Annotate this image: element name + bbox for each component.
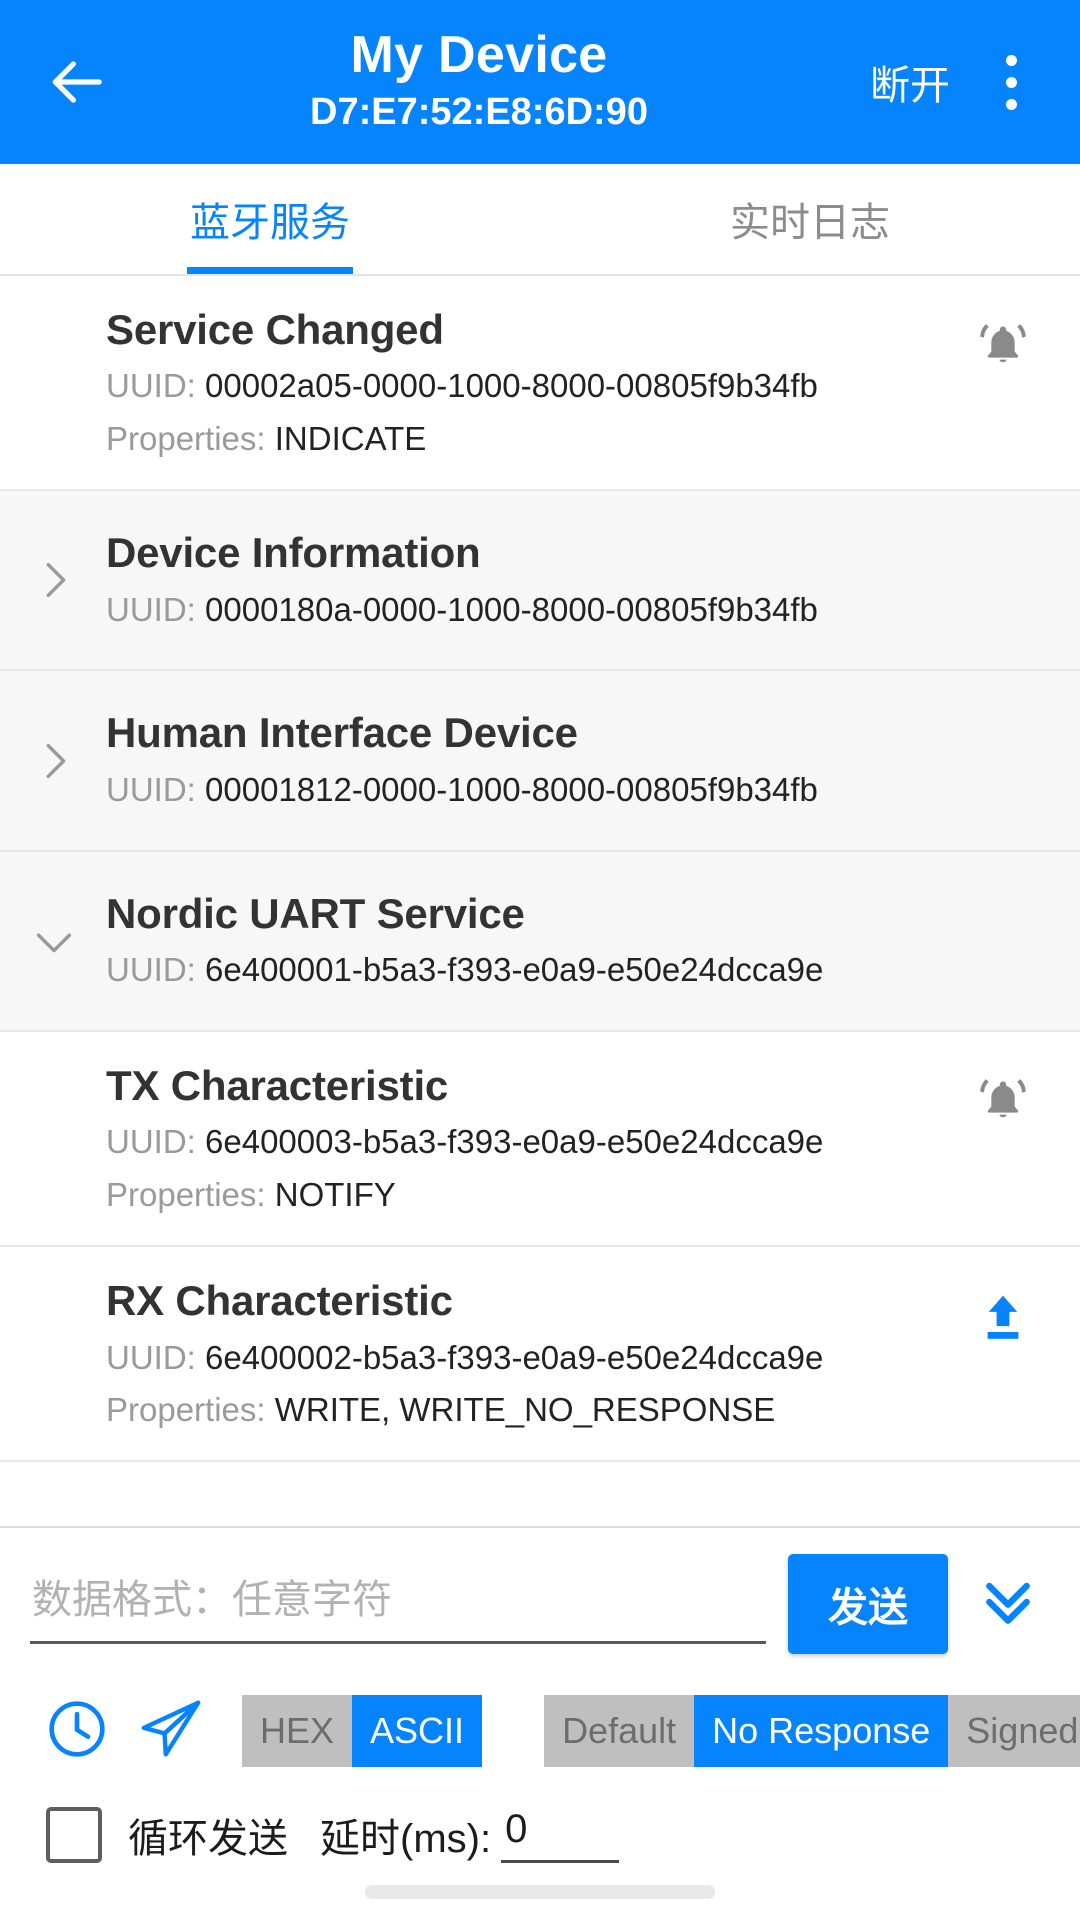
format-option-hex[interactable]: HEX	[242, 1695, 353, 1767]
system-navigation-bar	[0, 1864, 1080, 1920]
loop-send-label: 循环发送	[128, 1817, 288, 1861]
uuid-value: 0000180a-0000-1000-8000-00805f9b34fb	[205, 590, 818, 628]
uuid-label: UUID:	[106, 367, 196, 405]
service-name: Device Information	[106, 529, 481, 577]
home-indicator[interactable]	[365, 1885, 715, 1899]
app-bar-titles: My Device D7:E7:52:E8:6D:90	[98, 28, 860, 136]
send-button[interactable]: 发送	[788, 1554, 948, 1654]
gatt-service-list[interactable]: Service Changed UUID: 00002a05-0000-1000…	[0, 276, 1080, 1526]
paper-plane-icon	[136, 1694, 206, 1769]
properties-value: WRITE, WRITE_NO_RESPONSE	[274, 1391, 776, 1429]
uuid-label: UUID:	[106, 770, 196, 808]
service-name: Nordic UART Service	[106, 889, 525, 937]
tools-row: HEX ASCII Default No Response Signed	[0, 1672, 1080, 1788]
data-input[interactable]	[30, 1564, 766, 1644]
uuid-label: UUID:	[106, 951, 196, 989]
list-item[interactable]: Nordic UART Service UUID: 6e400001-b5a3-…	[0, 851, 1080, 1032]
characteristic-properties: Properties: WRITE, WRITE_NO_RESPONSE	[106, 1386, 946, 1434]
characteristic-uuid: UUID: 6e400003-b5a3-f393-e0a9-e50e24dcca…	[106, 1118, 946, 1166]
properties-label: Properties:	[106, 1391, 266, 1429]
uuid-value: 6e400003-b5a3-f393-e0a9-e50e24dcca9e	[205, 1123, 824, 1161]
tab-bluetooth-services[interactable]: 蓝牙服务	[0, 164, 540, 274]
loop-send-checkbox[interactable]	[46, 1807, 102, 1863]
page-title: My Device	[350, 25, 608, 84]
list-item[interactable]: Human Interface Device UUID: 00001812-00…	[0, 671, 1080, 852]
list-item[interactable]: TX Characteristic UUID: 6e400003-b5a3-f3…	[0, 1031, 1080, 1248]
list-item-body: TX Characteristic UUID: 6e400003-b5a3-f3…	[106, 1058, 946, 1219]
tab-realtime-log[interactable]: 实时日志	[540, 164, 1080, 274]
disconnect-button[interactable]: 断开	[860, 39, 960, 125]
data-format-segmented-control: HEX ASCII	[242, 1695, 483, 1767]
more-vertical-icon	[1005, 54, 1017, 110]
uuid-label: UUID:	[106, 1123, 196, 1161]
delay-label: 延时(ms):	[320, 1817, 492, 1861]
uuid-label: UUID:	[106, 590, 196, 628]
tab-label: 蓝牙服务	[190, 201, 350, 245]
bell-active-icon	[975, 319, 1031, 380]
loop-send-row: 循环发送 延时(ms):	[0, 1788, 1080, 1864]
uuid-value: 6e400001-b5a3-f393-e0a9-e50e24dcca9e	[205, 951, 824, 989]
write-button[interactable]	[960, 1277, 1046, 1363]
write-type-option-default[interactable]: Default	[544, 1695, 695, 1767]
app-bar: My Device D7:E7:52:E8:6D:90 断开	[0, 0, 1080, 164]
properties-value: INDICATE	[274, 420, 427, 458]
list-item-body: RX Characteristic UUID: 6e400002-b5a3-f3…	[106, 1273, 946, 1434]
uuid-value: 00002a05-0000-1000-8000-00805f9b34fb	[205, 367, 818, 405]
service-uuid: UUID: 00001812-0000-1000-8000-00805f9b34…	[106, 766, 1046, 814]
chevron-right-icon	[26, 733, 82, 789]
list-item[interactable]: Device Information UUID: 0000180a-0000-1…	[0, 491, 1080, 672]
write-composer-panel: 发送	[0, 1526, 1080, 1920]
uuid-value: 6e400002-b5a3-f393-e0a9-e50e24dcca9e	[205, 1338, 824, 1376]
service-uuid: UUID: 0000180a-0000-1000-8000-00805f9b34…	[106, 586, 1046, 634]
list-item-body: Service Changed UUID: 00002a05-0000-1000…	[106, 302, 946, 463]
overflow-menu-button[interactable]	[970, 34, 1052, 130]
characteristic-uuid: UUID: 6e400002-b5a3-f393-e0a9-e50e24dcca…	[106, 1334, 946, 1382]
write-type-option-no-response[interactable]: No Response	[694, 1695, 949, 1767]
double-chevron-down-icon	[976, 1570, 1040, 1639]
uuid-label: UUID:	[106, 1338, 196, 1376]
properties-value: NOTIFY	[274, 1176, 396, 1214]
tab-label: 实时日志	[730, 201, 890, 245]
uuid-value: 00001812-0000-1000-8000-00805f9b34fb	[205, 770, 818, 808]
service-name: Human Interface Device	[106, 709, 578, 757]
expand-panel-button[interactable]	[962, 1558, 1054, 1650]
characteristic-properties: Properties: INDICATE	[106, 415, 946, 463]
properties-label: Properties:	[106, 1176, 266, 1214]
ble-device-screen: My Device D7:E7:52:E8:6D:90 断开 蓝牙服务 实时日志…	[0, 0, 1080, 1920]
upload-icon	[975, 1290, 1031, 1351]
write-type-option-signed[interactable]: Signed	[948, 1695, 1080, 1767]
chevron-down-icon	[26, 913, 82, 969]
clock-icon	[44, 1696, 110, 1767]
bell-active-icon	[975, 1074, 1031, 1135]
characteristic-uuid: UUID: 00002a05-0000-1000-8000-00805f9b34…	[106, 362, 946, 410]
notify-toggle-button[interactable]	[960, 1062, 1046, 1148]
data-input-wrapper	[30, 1564, 766, 1644]
chevron-right-icon	[26, 552, 82, 608]
characteristic-name: RX Characteristic	[106, 1277, 453, 1325]
characteristic-properties: Properties: NOTIFY	[106, 1171, 946, 1219]
quick-send-button[interactable]	[124, 1684, 218, 1778]
notify-toggle-button[interactable]	[960, 306, 1046, 392]
write-type-segmented-control: Default No Response Signed	[544, 1695, 1080, 1767]
format-option-ascii[interactable]: ASCII	[352, 1695, 483, 1767]
list-item[interactable]: RX Characteristic UUID: 6e400002-b5a3-f3…	[0, 1247, 1080, 1463]
list-item[interactable]: Service Changed UUID: 00002a05-0000-1000…	[0, 276, 1080, 492]
send-row: 发送	[0, 1528, 1080, 1672]
delay-input[interactable]	[501, 1807, 620, 1863]
properties-label: Properties:	[106, 420, 266, 458]
characteristic-name: TX Characteristic	[106, 1061, 449, 1109]
history-button[interactable]	[30, 1684, 124, 1778]
device-address: D7:E7:52:E8:6D:90	[310, 90, 648, 133]
list-item-body: Nordic UART Service UUID: 6e400001-b5a3-…	[106, 886, 1046, 994]
list-item-body: Device Information UUID: 0000180a-0000-1…	[106, 525, 1046, 633]
tab-bar: 蓝牙服务 实时日志	[0, 164, 1080, 276]
list-item-body: Human Interface Device UUID: 00001812-00…	[106, 705, 1046, 813]
service-uuid: UUID: 6e400001-b5a3-f393-e0a9-e50e24dcca…	[106, 946, 1046, 994]
characteristic-name: Service Changed	[106, 306, 444, 353]
